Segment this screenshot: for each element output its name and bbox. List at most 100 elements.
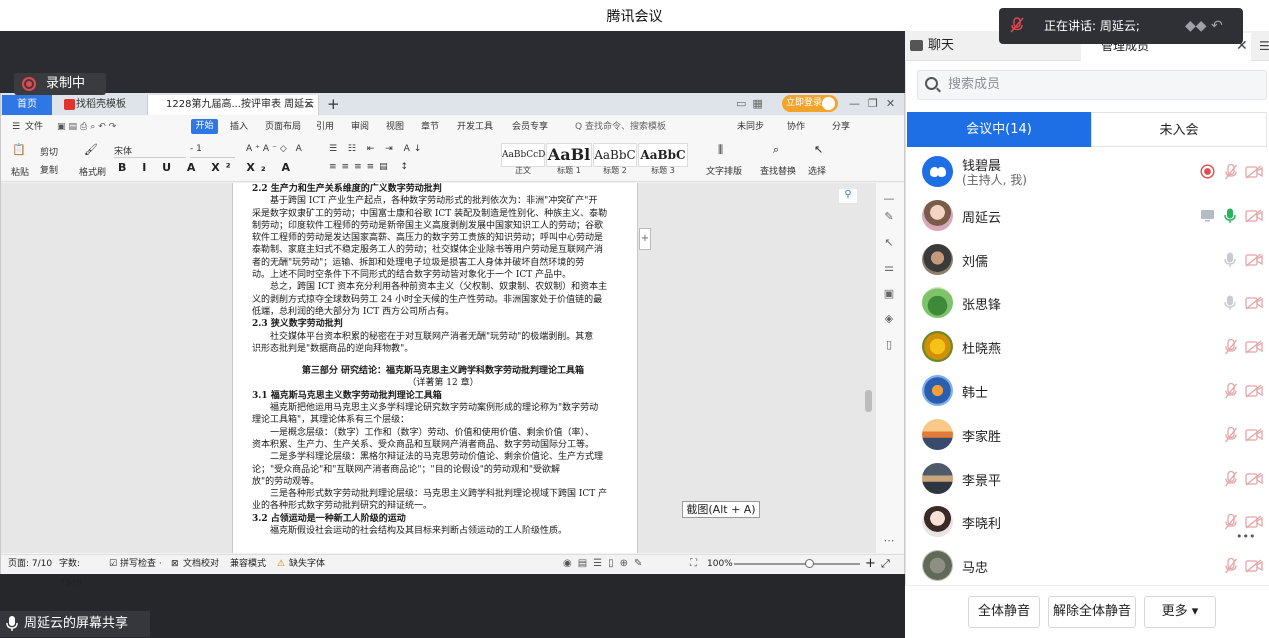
menu-sync[interactable]: 未同步	[737, 116, 777, 138]
camera-off-icon[interactable]	[1245, 340, 1263, 356]
member-row[interactable]	[907, 503, 1267, 547]
paste-icon[interactable]: 📋	[12, 143, 32, 161]
camera-off-icon[interactable]	[1245, 472, 1263, 488]
font-select[interactable]: 宋体	[114, 144, 186, 158]
word-count[interactable]: 字数: 7349	[59, 554, 105, 589]
menu-review[interactable]: 审阅	[351, 116, 375, 138]
layout-icons[interactable]: ▭▦	[736, 95, 776, 113]
paste-label[interactable]: 粘贴	[11, 165, 35, 178]
member-row[interactable]	[907, 416, 1267, 460]
camera-off-icon[interactable]	[1245, 384, 1263, 400]
text-layout-button[interactable]: 文字排版	[706, 164, 750, 177]
tab-in-meeting[interactable]: 会议中(14)	[907, 112, 1091, 147]
fit-page-icon[interactable]: ⛶	[690, 554, 702, 574]
missing-font[interactable]: 缺失字体	[289, 554, 329, 574]
member-row[interactable]	[907, 284, 1267, 328]
style-heading2[interactable]: AaBbC	[593, 143, 637, 167]
select-icon[interactable]: ↖	[814, 143, 828, 156]
camera-off-icon[interactable]	[1245, 209, 1263, 225]
zoom-in-icon[interactable]: +	[865, 554, 877, 574]
member-search-input[interactable]: 搜索成员	[917, 70, 1267, 100]
document-text[interactable]: 2.2 生产力和生产关系维度的广义数字劳动批判 基于跨国 ICT 产业生产起点，…	[252, 183, 634, 553]
add-block-handle[interactable]: +	[639, 228, 651, 250]
toolbar-collapse-icon[interactable]: —	[882, 192, 896, 206]
find-replace-button[interactable]: 查找替换	[760, 164, 804, 177]
menu-dev-tools[interactable]: 开发工具	[457, 116, 497, 138]
zoom-slider[interactable]	[734, 563, 860, 565]
muted-mic-icon[interactable]	[1224, 470, 1240, 487]
style-heading1[interactable]: AaBl	[546, 143, 592, 167]
microphone-icon[interactable]	[1224, 252, 1240, 268]
camera-off-icon[interactable]	[1245, 296, 1263, 312]
image-icon[interactable]: ▣	[882, 287, 896, 301]
menu-reference[interactable]: 引用	[316, 116, 340, 138]
unmute-all-button[interactable]: 解除全体静音	[1048, 596, 1136, 628]
camera-off-icon[interactable]	[1245, 559, 1263, 575]
text-layout-icon[interactable]: ⫼	[718, 143, 736, 157]
camera-off-icon[interactable]	[1245, 428, 1263, 444]
quick-access-icons[interactable]: ▣▤⎙⌕↶↷	[57, 116, 177, 138]
member-row[interactable]	[907, 328, 1267, 372]
style-normal[interactable]: AaBbCcDd	[501, 143, 551, 167]
zoom-slider-knob[interactable]	[805, 559, 814, 568]
page-indicator[interactable]: 页面: 7/10	[8, 554, 56, 574]
menu-icon[interactable]: ☰	[12, 116, 24, 138]
more-dots-icon[interactable]: ⋯	[882, 534, 896, 548]
format-painter-icon[interactable]: 🖌	[84, 143, 100, 161]
menu-share[interactable]: 分享	[832, 116, 862, 138]
camera-off-icon[interactable]	[1245, 515, 1263, 531]
mute-all-button[interactable]: 全体静音	[968, 596, 1040, 628]
navigation-icon[interactable]: ◈	[882, 312, 896, 326]
menu-file[interactable]: 文件	[25, 116, 49, 138]
find-icon[interactable]: ⌕	[773, 143, 791, 157]
zoom-level[interactable]: 100% ·	[707, 554, 737, 589]
tab-home[interactable]: 首页	[2, 95, 52, 115]
copy-button[interactable]: 复制	[40, 163, 76, 176]
member-row[interactable]	[907, 241, 1267, 285]
font-size-select[interactable]: - 1	[190, 144, 235, 158]
doc-proofreading[interactable]: 文档校对	[183, 554, 223, 574]
style-heading3[interactable]: AaBbC	[638, 143, 688, 167]
select-button[interactable]: 选择	[808, 164, 838, 177]
command-search[interactable]: Q 查找命令、搜索模板	[575, 116, 715, 138]
list-icons[interactable]: ☰ ☷ ⇤ ⇥ A↓	[329, 144, 429, 154]
menu-collab[interactable]: 协作	[787, 116, 817, 138]
menu-page-layout[interactable]: 页面布局	[265, 116, 305, 138]
panel-menu-icon[interactable]: ☰	[1259, 39, 1269, 53]
window-controls[interactable]: —❐✕	[849, 95, 905, 113]
muted-mic-icon[interactable]	[1224, 426, 1240, 443]
menu-view[interactable]: 视图	[386, 116, 410, 138]
format-icons[interactable]: B I U A X² X₂ A	[118, 161, 318, 174]
cut-button[interactable]: 剪切	[40, 145, 76, 158]
format-painter-label[interactable]: 格式刷	[79, 165, 109, 178]
book-icon[interactable]: ▯	[882, 338, 896, 352]
muted-mic-icon[interactable]	[1224, 338, 1240, 355]
more-button[interactable]: 更多 ▾	[1144, 596, 1216, 628]
muted-mic-icon[interactable]	[1224, 513, 1240, 530]
view-mode-icons[interactable]: ◉▤☰▯⊕✎	[563, 554, 693, 574]
muted-mic-icon[interactable]	[1224, 557, 1240, 574]
spell-check[interactable]: 拼写检查 ·	[120, 554, 166, 574]
tab-chat[interactable]: 聊天	[908, 33, 978, 59]
toast-arrows-icon[interactable]: ◆◆ ↶	[1185, 14, 1235, 38]
tab-not-joined[interactable]: 未入会	[1091, 112, 1267, 147]
microphone-icon[interactable]	[1224, 295, 1240, 311]
menu-section[interactable]: 章节	[421, 116, 445, 138]
member-row[interactable]	[907, 460, 1267, 504]
close-tab-icon[interactable]: ✕	[304, 95, 316, 115]
settings-slider-icon[interactable]: ⚌	[882, 261, 896, 275]
add-tab-icon[interactable]: +	[327, 94, 341, 114]
camera-off-icon[interactable]	[1245, 253, 1263, 269]
muted-mic-icon[interactable]	[1224, 163, 1240, 180]
location-pin-icon[interactable]: ⚲	[839, 189, 857, 203]
menu-insert[interactable]: 插入	[230, 116, 254, 138]
muted-mic-icon[interactable]	[1224, 382, 1240, 399]
scrollbar-thumb[interactable]	[865, 390, 872, 412]
pen-icon[interactable]: ✎	[882, 210, 896, 224]
align-icons[interactable]: ≡≡≡≡▤ ↕	[329, 162, 449, 172]
vertical-scrollbar[interactable]	[863, 183, 875, 553]
tab-document[interactable]: 1228第九届高...按评审表 周延云	[147, 95, 319, 115]
more-dots-icon[interactable]: •••	[1236, 530, 1256, 550]
menu-start[interactable]: 开始	[191, 119, 218, 134]
cursor-icon[interactable]: ↖	[882, 236, 896, 250]
